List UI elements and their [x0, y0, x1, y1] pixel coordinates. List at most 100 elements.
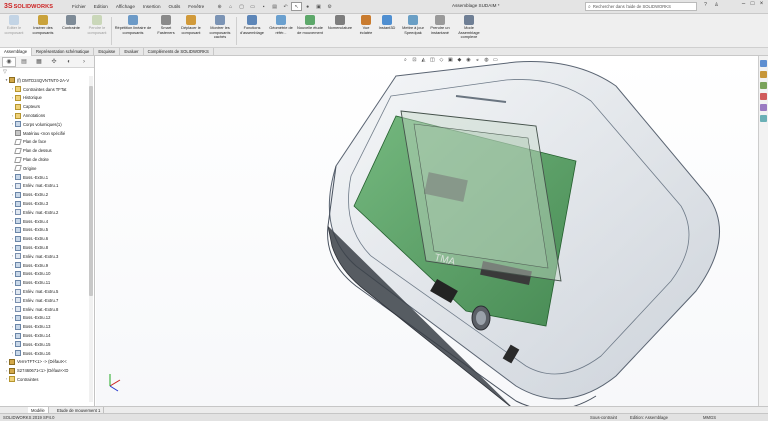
units-selector[interactable]: MMGS — [703, 415, 716, 420]
assembly-model-view[interactable]: TMA — [96, 56, 758, 406]
tree-item[interactable]: › Enlèv. mat.-Extru.7 — [0, 296, 94, 305]
file-explorer-icon[interactable] — [760, 82, 767, 89]
undo-icon[interactable]: ↶ — [280, 4, 291, 10]
tree-item[interactable]: ▾ (f) DMTD24QVNTNT0-2A-V — [0, 76, 94, 85]
solidworks-resources-icon[interactable] — [760, 60, 767, 67]
menu-outils[interactable]: Outils — [165, 4, 185, 9]
view-palette-icon[interactable] — [760, 93, 767, 100]
tree-item[interactable]: › Boss.-Extru.10 — [0, 270, 94, 279]
tree-item[interactable]: › Enlèv. mat.-Extru.1 — [0, 182, 94, 191]
tree-item[interactable]: Origine — [0, 164, 94, 173]
tab-representation-schematique[interactable]: Représentation schématique — [32, 48, 95, 56]
tree-item[interactable]: › Historique — [0, 94, 94, 103]
help-search-box[interactable]: ⌕ Rechercher dans l'aide de SOLIDWORKS — [585, 2, 697, 11]
menu-edition[interactable]: Edition — [90, 4, 112, 9]
take-snapshot-button[interactable]: Prendre un instantané — [427, 15, 453, 35]
new-document-icon[interactable]: ▢ — [236, 4, 247, 10]
tree-item[interactable]: › Boss.-Extru.14 — [0, 331, 94, 340]
edit-appearance-icon[interactable]: ◒ — [473, 57, 482, 64]
menu-insertion[interactable]: Insertion — [139, 4, 165, 9]
tree-item[interactable]: › Contraintes dans TFTat — [0, 85, 94, 94]
tree-item[interactable]: Plan de dessus — [0, 146, 94, 155]
tree-item[interactable]: › Boss.-Extru.4 — [0, 217, 94, 226]
pin-icon[interactable]: ⊕ — [214, 4, 225, 10]
tree-item[interactable]: › Boss.-Extru.3 — [0, 199, 94, 208]
home-icon[interactable]: ⌂ — [225, 4, 236, 10]
tab-assemblage[interactable]: Assemblage — [0, 48, 33, 56]
tree-item[interactable]: › Boss.-Extru.11 — [0, 278, 94, 287]
tree-item[interactable]: › Enlèv. mat.-Extru.2 — [0, 208, 94, 217]
open-folder-icon[interactable]: ▭ — [247, 4, 258, 10]
tree-item[interactable]: › Boss.-Extru.2 — [0, 190, 94, 199]
menu-fenetre[interactable]: Fenêtre — [184, 4, 208, 9]
help-icon[interactable]: ? — [700, 2, 711, 8]
dimxpert-tab-icon[interactable]: ✣ — [47, 57, 61, 67]
display-style-icon[interactable]: ◆ — [455, 57, 464, 64]
large-assembly-mode-button[interactable]: Mode Assemblage complexe — [454, 15, 484, 40]
hide-show-items-icon[interactable]: ◉ — [464, 57, 473, 64]
tree-item[interactable]: › Boss.-Extru.6 — [0, 234, 94, 243]
assembly-features-button[interactable]: Fonctions d'assemblage — [238, 15, 266, 35]
tree-item[interactable]: › Corps volumiques(1) — [0, 120, 94, 129]
apply-scene-icon[interactable]: ◍ — [482, 57, 491, 64]
select-arrow-icon[interactable]: ↖ — [291, 2, 303, 11]
tree-item[interactable]: › Contraintes — [0, 375, 94, 384]
tree-item[interactable]: › VerreTFT<1> -> (Défaut<< — [0, 358, 94, 367]
tree-item[interactable]: Plan de droite — [0, 155, 94, 164]
tree-item[interactable]: Plan de face — [0, 138, 94, 147]
custom-properties-icon[interactable] — [760, 115, 767, 122]
insert-components-button[interactable]: Insérer des composants — [27, 15, 59, 35]
user-icon[interactable]: ♙ — [711, 2, 722, 8]
configuration-manager-tab-icon[interactable]: ▦ — [32, 57, 46, 67]
expand-panel-icon[interactable]: › — [77, 57, 91, 67]
show-hidden-components-button[interactable]: Montrer les composants cachés — [205, 15, 235, 40]
solidworks-logo[interactable]: 3S SOLIDWORKS — [0, 3, 64, 10]
previous-view-icon[interactable]: ◭ — [419, 57, 428, 64]
mate-button[interactable]: Contrainte — [59, 15, 83, 31]
tree-item[interactable]: › Boss.-Extru.13 — [0, 322, 94, 331]
zoom-area-icon[interactable]: ⊡ — [410, 57, 419, 64]
graphics-area[interactable]: ⌕ ⊡ ◭ ◫ ◇ ▣ ◆ ◉ ◒ ◍ ▭ TMA — [96, 56, 758, 406]
view-orientation-icon[interactable]: ▣ — [446, 57, 455, 64]
tab-esquisse[interactable]: Esquisse — [94, 48, 121, 56]
bill-of-materials-button[interactable]: Nomenclature — [325, 15, 355, 31]
zoom-to-fit-icon[interactable]: ⌕ — [401, 57, 410, 64]
view-settings-icon[interactable]: ▭ — [491, 57, 500, 64]
tree-item[interactable]: Capteurs — [0, 102, 94, 111]
tab-complements[interactable]: Compléments de SOLIDWORKS — [144, 48, 214, 56]
options-gear-icon[interactable]: ⚙ — [324, 4, 335, 10]
tree-item[interactable]: › Boss.-Extru.15 — [0, 340, 94, 349]
tree-scrollbar[interactable] — [89, 76, 93, 402]
tree-item[interactable]: › Boss.-Extru.1 — [0, 173, 94, 182]
minimize-icon[interactable]: – — [739, 1, 748, 7]
smart-fasteners-button[interactable]: Smart Fasteners — [154, 15, 178, 35]
tree-item[interactable]: › Boss.-Extru.5 — [0, 226, 94, 235]
new-motion-study-button[interactable]: Nouvelle étude de mouvement — [296, 15, 324, 35]
dynamic-annotation-icon[interactable]: ◇ — [437, 57, 446, 64]
tree-item[interactable]: › Boss.-Extru.9 — [0, 261, 94, 270]
tree-item[interactable]: › Boss.-Extru.8 — [0, 243, 94, 252]
tree-item[interactable]: › Enlèv. mat.-Extru.8 — [0, 305, 94, 314]
restore-icon[interactable]: □ — [748, 1, 757, 7]
search-input[interactable]: Rechercher dans l'aide de SOLIDWORKS — [593, 4, 671, 9]
file-properties-icon[interactable]: ▣ — [313, 4, 324, 10]
tree-item[interactable]: › Enlèv. mat.-Extru.5 — [0, 287, 94, 296]
reference-geometry-button[interactable]: Géométrie de référ... — [266, 15, 296, 35]
edit-component-button[interactable]: Editer le composant — [2, 15, 26, 35]
appearances-icon[interactable] — [760, 104, 767, 111]
filter-icon[interactable]: ▽ — [0, 68, 94, 76]
tab-evaluer[interactable]: Evaluer — [120, 48, 144, 56]
tree-item[interactable]: › Boss.-Extru.16 — [0, 349, 94, 358]
tree-item[interactable]: › Annotations — [0, 111, 94, 120]
close-icon[interactable]: × — [757, 1, 766, 7]
print-icon[interactable]: ▤ — [269, 4, 280, 10]
menu-fichier[interactable]: Fichier — [68, 4, 90, 9]
section-view-icon[interactable]: ◫ — [428, 57, 437, 64]
linear-pattern-button[interactable]: Répétition linéaire de composants — [113, 15, 153, 35]
tree-item[interactable]: Matériau <non spécifié — [0, 129, 94, 138]
tree-item[interactable]: › Enlèv. mat.-Extru.3 — [0, 252, 94, 261]
exploded-view-button[interactable]: Vue éclatée — [357, 15, 375, 35]
feature-tree-tab-icon[interactable]: ◉ — [2, 56, 16, 67]
tree-item[interactable]: › Boss.-Extru.12 — [0, 314, 94, 323]
move-component-button[interactable]: Déplacer le composant — [178, 15, 204, 35]
